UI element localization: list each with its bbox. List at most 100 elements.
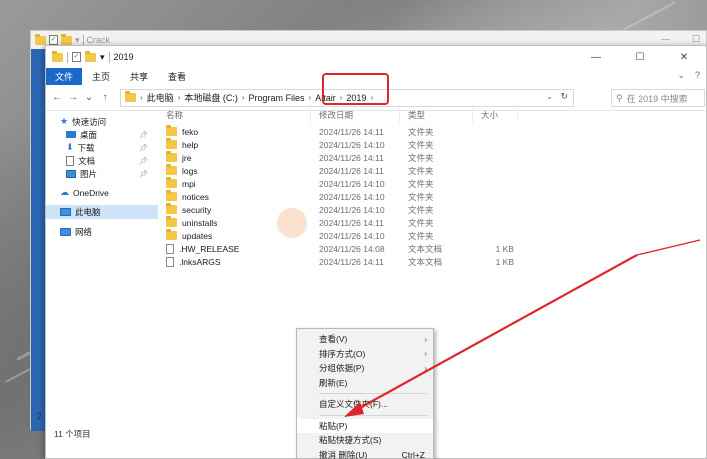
breadcrumb-altair[interactable]: Altair xyxy=(315,93,336,103)
file-row[interactable]: security 2024/11/26 14:10 文件夹 xyxy=(158,203,578,216)
tab-share[interactable]: 共享 xyxy=(120,68,158,85)
menu-item-paste[interactable]: 粘贴(P) xyxy=(297,418,433,433)
file-row[interactable]: .lnksARGS 2024/11/26 14:11 文本文档 1 KB xyxy=(158,255,578,268)
file-name-cell: feko xyxy=(158,125,311,137)
quick-access-dropdown-icon[interactable]: ▾ xyxy=(100,52,105,63)
separator xyxy=(67,51,68,63)
menu-item-paste-shortcut[interactable]: 粘贴快捷方式(S) xyxy=(297,433,433,448)
chevron-right-icon[interactable]: › xyxy=(178,93,181,102)
file-row[interactable]: notices 2024/11/26 14:10 文件夹 xyxy=(158,190,578,203)
chevron-right-icon[interactable]: › xyxy=(242,93,245,102)
address-dropdown-icon[interactable]: ⌄ xyxy=(546,92,553,101)
column-header-type[interactable]: 类型 xyxy=(400,108,473,122)
file-type: 文件夹 xyxy=(408,230,434,241)
dropdown-icon: ▾ xyxy=(75,34,80,45)
pin-icon[interactable]: 📌︎ xyxy=(139,144,148,152)
sidebar-item-downloads[interactable]: ⬇ 下载 📌︎ xyxy=(46,141,158,154)
file-type: 文件夹 xyxy=(408,204,434,215)
folder-icon xyxy=(166,164,177,175)
sidebar-item-this-pc[interactable]: 此电脑 xyxy=(46,205,158,219)
properties-icon: ✓ xyxy=(49,35,58,45)
refresh-icon[interactable]: ↻ xyxy=(560,91,568,102)
file-row[interactable]: updates 2024/11/26 14:10 文件夹 xyxy=(158,229,578,242)
background-status-number: 2 xyxy=(37,411,43,421)
new-folder-icon[interactable] xyxy=(85,50,96,62)
sidebar-item-documents[interactable]: 文档 📌︎ xyxy=(46,154,158,167)
chevron-right-icon[interactable]: › xyxy=(370,93,373,102)
ribbon-right-controls: ⌄ ? xyxy=(677,70,700,81)
chevron-right-icon[interactable]: › xyxy=(340,93,343,102)
context-menu: 查看(V) › 排序方式(O) › 分组依据(P) › 刷新(E) 自定义文件夹… xyxy=(296,328,434,459)
text-file-icon xyxy=(166,243,174,254)
chevron-right-icon[interactable]: › xyxy=(140,93,143,102)
file-name-cell: .HW_RELEASE xyxy=(158,243,311,254)
file-date: 2024/11/26 14:11 xyxy=(319,217,384,228)
tab-file[interactable]: 文件 xyxy=(46,68,83,85)
file-row[interactable]: help 2024/11/26 14:10 文件夹 xyxy=(158,138,578,151)
chevron-right-icon: › xyxy=(424,363,427,373)
column-header-name[interactable]: 名称 xyxy=(158,108,311,122)
close-button[interactable]: ✕ xyxy=(662,46,706,68)
properties-icon[interactable]: ✓ xyxy=(72,52,81,62)
pin-icon[interactable]: 📌︎ xyxy=(139,170,148,178)
file-row[interactable]: jre 2024/11/26 14:11 文件夹 xyxy=(158,151,578,164)
sidebar-item-label: 桌面 xyxy=(80,129,98,140)
file-type: 文本文档 xyxy=(408,256,443,267)
file-row[interactable]: mpi 2024/11/26 14:10 文件夹 xyxy=(158,177,578,190)
search-box[interactable]: ⚲ 在 2019 中搜索 xyxy=(611,89,705,107)
separator xyxy=(108,51,110,63)
column-header-date[interactable]: 修改日期 xyxy=(311,108,400,122)
file-name: logs xyxy=(182,165,198,176)
file-name-cell: jre xyxy=(158,151,311,163)
tab-home[interactable]: 主页 xyxy=(82,68,120,85)
breadcrumb-local-disk[interactable]: 本地磁盘 (C:) xyxy=(184,91,238,104)
forward-button[interactable]: → xyxy=(66,92,80,103)
file-date: 2024/11/26 14:11 xyxy=(319,126,384,137)
breadcrumb-2019[interactable]: 2019 xyxy=(346,93,366,103)
pin-icon[interactable]: 📌︎ xyxy=(139,131,148,139)
up-button[interactable]: ↑ xyxy=(98,92,112,103)
help-icon[interactable]: ? xyxy=(695,70,700,81)
breadcrumb-this-pc[interactable]: 此电脑 xyxy=(147,91,174,104)
sidebar-item-quick-access[interactable]: ★ 快速访问 xyxy=(46,115,158,128)
breadcrumb-program-files[interactable]: Program Files xyxy=(249,93,305,103)
menu-item-sort-by[interactable]: 排序方式(O) › xyxy=(297,347,433,362)
menu-item-label: 自定义文件夹(F)... xyxy=(319,399,388,410)
minimize-icon[interactable]: — xyxy=(661,34,670,45)
minimize-button[interactable]: — xyxy=(574,46,618,68)
maximize-button[interactable]: ☐ xyxy=(618,46,662,68)
recent-dropdown-icon[interactable]: ⌄ xyxy=(82,92,96,103)
file-row[interactable]: logs 2024/11/26 14:11 文件夹 xyxy=(158,164,578,177)
background-window-controls: — ☐ xyxy=(661,34,700,45)
file-date: 2024/11/26 14:08 xyxy=(319,243,385,254)
menu-item-view[interactable]: 查看(V) › xyxy=(297,332,433,347)
sidebar-item-desktop[interactable]: 桌面 📌︎ xyxy=(46,128,158,141)
pin-icon[interactable]: 📌︎ xyxy=(139,157,148,165)
file-row[interactable]: uninstalls 2024/11/26 14:11 文件夹 xyxy=(158,216,578,229)
maximize-icon[interactable]: ☐ xyxy=(692,34,700,45)
sidebar-item-onedrive[interactable]: ☁ OneDrive xyxy=(46,186,158,199)
chevron-down-icon[interactable]: ⌄ xyxy=(677,70,685,81)
sidebar-item-network[interactable]: 网络 xyxy=(46,225,158,238)
back-button[interactable]: ← xyxy=(50,92,64,103)
menu-item-customize-folder[interactable]: 自定义文件夹(F)... xyxy=(297,397,433,412)
chevron-right-icon: › xyxy=(424,349,427,359)
file-type: 文本文档 xyxy=(408,243,443,254)
menu-item-undo-delete[interactable]: 撤消 删除(U) Ctrl+Z xyxy=(297,448,433,459)
sidebar-item-pictures[interactable]: 图片 📌︎ xyxy=(46,167,158,180)
column-header-size[interactable]: 大小 xyxy=(473,108,518,122)
menu-item-label: 排序方式(O) xyxy=(319,348,366,359)
file-name: security xyxy=(182,204,212,215)
file-name: help xyxy=(182,139,199,150)
menu-item-refresh[interactable]: 刷新(E) xyxy=(297,376,433,391)
sidebar-item-label: 网络 xyxy=(75,226,93,237)
file-row[interactable]: .HW_RELEASE 2024/11/26 14:08 文本文档 1 KB xyxy=(158,242,578,255)
tab-view[interactable]: 查看 xyxy=(158,68,196,85)
menu-item-group-by[interactable]: 分组依据(P) › xyxy=(297,361,433,376)
file-row[interactable]: feko 2024/11/26 14:11 文件夹 xyxy=(158,125,578,138)
new-folder-icon xyxy=(61,33,72,45)
menu-item-label: 查看(V) xyxy=(319,334,348,345)
file-date: 2024/11/26 14:10 xyxy=(319,191,385,202)
chevron-right-icon[interactable]: › xyxy=(309,93,312,102)
address-bar[interactable]: › 此电脑 › 本地磁盘 (C:) › Program Files › Alta… xyxy=(120,88,574,107)
